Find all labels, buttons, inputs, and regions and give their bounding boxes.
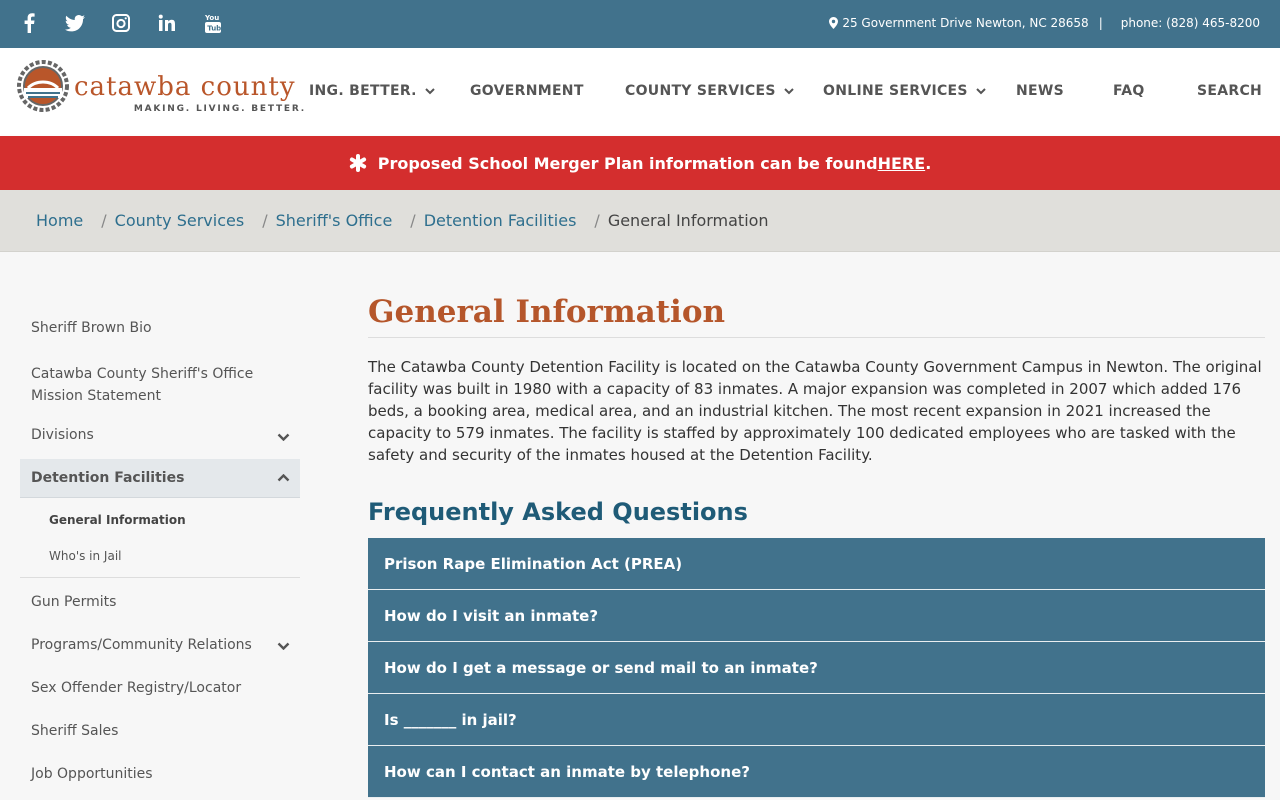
- nav-label: COUNTY SERVICES: [625, 83, 776, 99]
- sidebar-item-divisions[interactable]: Divisions: [20, 414, 300, 459]
- address-text: 25 Government Drive Newton, NC 28658: [842, 16, 1089, 30]
- contact-separator: |: [1098, 16, 1103, 30]
- alert-end: .: [925, 153, 932, 173]
- chevron-down-icon: [976, 87, 986, 94]
- logo-tagline: MAKING. LIVING. BETTER.: [133, 104, 306, 114]
- sidebar-subitem-whos-in-jail[interactable]: Who's in Jail: [20, 536, 300, 577]
- faq-heading: Frequently Asked Questions: [368, 498, 748, 526]
- sidebar-nav: Sheriff Brown Bio Catawba County Sheriff…: [20, 305, 300, 793]
- nav-faq[interactable]: FAQ: [1113, 83, 1145, 99]
- nav-label: SEARCH: [1197, 83, 1263, 99]
- faq-accordion: Prison Rape Elimination Act (PREA) How d…: [368, 538, 1265, 798]
- chevron-down-icon: [784, 87, 794, 94]
- site-header: catawba county MAKING. LIVING. BETTER. I…: [0, 48, 1280, 136]
- page-title: General Information: [368, 290, 1265, 338]
- sidebar-subnav: General Information Who's in Jail: [20, 498, 300, 578]
- contact-info: 25 Government Drive Newton, NC 28658 | p…: [829, 16, 1260, 30]
- main-content: General Information The Catawba County D…: [368, 290, 1265, 798]
- top-bar: You Tube 25 Government Drive Newton, NC 2…: [0, 0, 1280, 48]
- breadcrumb-separator: /: [262, 211, 268, 230]
- phone-text[interactable]: phone: (828) 465-8200: [1121, 16, 1260, 30]
- sidebar-item-detention-facilities[interactable]: Detention Facilities: [20, 459, 300, 498]
- faq-item-in-jail[interactable]: Is _______ in jail?: [368, 694, 1265, 746]
- linkedin-icon[interactable]: [154, 10, 180, 36]
- chevron-up-icon[interactable]: [277, 474, 290, 482]
- nav-label: FAQ: [1113, 83, 1145, 99]
- twitter-icon[interactable]: [62, 10, 88, 36]
- sidebar-item-label: Programs/Community Relations: [31, 637, 252, 653]
- sidebar-item-label: Sheriff Sales: [31, 723, 119, 739]
- sidebar-item-job-opportunities[interactable]: Job Opportunities: [20, 750, 300, 793]
- instagram-icon[interactable]: [108, 10, 134, 36]
- sidebar-item-label: Job Opportunities: [31, 766, 153, 782]
- nav-label: ING. BETTER.: [309, 83, 417, 99]
- faq-item-telephone[interactable]: How can I contact an inmate by telephone…: [368, 746, 1265, 798]
- svg-text:You: You: [204, 14, 219, 22]
- alert-text: Proposed School Merger Plan information …: [377, 153, 878, 173]
- breadcrumb-county-services[interactable]: County Services: [115, 211, 245, 230]
- map-pin-icon: [829, 17, 839, 29]
- nav-government[interactable]: GOVERNMENT: [470, 83, 584, 99]
- faq-item-prea[interactable]: Prison Rape Elimination Act (PREA): [368, 538, 1265, 590]
- faq-item-send-mail[interactable]: How do I get a message or send mail to a…: [368, 642, 1265, 694]
- sidebar-subitem-label: Who's in Jail: [49, 549, 122, 563]
- nav-label: GOVERNMENT: [470, 83, 584, 99]
- sidebar-item-sheriff-sales[interactable]: Sheriff Sales: [20, 707, 300, 750]
- chevron-down-icon[interactable]: [277, 642, 290, 650]
- sidebar-item-label: Catawba County Sheriff's Office Mission …: [31, 366, 254, 404]
- breadcrumb-home[interactable]: Home: [36, 211, 83, 230]
- sidebar-item-label: Sheriff Brown Bio: [31, 320, 152, 336]
- nav-label: ONLINE SERVICES: [823, 83, 968, 99]
- sidebar-item-gun-permits[interactable]: Gun Permits: [20, 578, 300, 621]
- facebook-icon[interactable]: [16, 10, 42, 36]
- alert-banner: Proposed School Merger Plan information …: [0, 136, 1280, 190]
- social-links: You Tube: [16, 10, 246, 36]
- breadcrumb-separator: /: [594, 211, 600, 230]
- sidebar-item-label: Divisions: [31, 427, 94, 443]
- breadcrumb: Home / County Services / Sheriff's Offic…: [0, 190, 1280, 252]
- breadcrumb-detention-facilities[interactable]: Detention Facilities: [424, 211, 577, 230]
- sidebar-item-programs-community-relations[interactable]: Programs/Community Relations: [20, 621, 300, 664]
- sidebar-subitem-general-information[interactable]: General Information: [20, 498, 300, 536]
- intro-paragraph: The Catawba County Detention Facility is…: [368, 358, 1262, 464]
- chevron-down-icon[interactable]: [277, 433, 290, 441]
- nav-search[interactable]: SEARCH: [1197, 83, 1262, 99]
- sidebar-item-sex-offender-registry[interactable]: Sex Offender Registry/Locator: [20, 664, 300, 707]
- nav-label: NEWS: [1016, 83, 1065, 99]
- chevron-down-icon: [425, 87, 435, 94]
- nav-making-living-better[interactable]: ING. BETTER.: [309, 83, 435, 99]
- breadcrumb-separator: /: [410, 211, 416, 230]
- sidebar-item-sheriff-bio[interactable]: Sheriff Brown Bio: [20, 305, 300, 348]
- sidebar-item-label: Gun Permits: [31, 594, 117, 610]
- youtube-icon[interactable]: You Tube: [200, 10, 226, 36]
- alert-link[interactable]: HERE: [878, 154, 926, 173]
- faq-item-visit-inmate[interactable]: How do I visit an inmate?: [368, 590, 1265, 642]
- nav-online-services[interactable]: ONLINE SERVICES: [823, 83, 986, 99]
- svg-text:Tube: Tube: [207, 25, 222, 33]
- sidebar-item-label: Sex Offender Registry/Locator: [31, 680, 242, 696]
- sidebar-item-label: Detention Facilities: [31, 470, 185, 486]
- breadcrumb-sheriffs-office[interactable]: Sheriff's Office: [276, 211, 393, 230]
- sidebar-subitem-label: General Information: [49, 513, 186, 527]
- nav-news[interactable]: NEWS: [1016, 83, 1064, 99]
- breadcrumb-current: General Information: [607, 211, 769, 230]
- main-nav: ING. BETTER. GOVERNMENT COUNTY SERVICES …: [0, 83, 1280, 103]
- breadcrumb-separator: /: [101, 211, 107, 230]
- nav-county-services[interactable]: COUNTY SERVICES: [625, 83, 794, 99]
- asterisk-icon: [349, 154, 366, 172]
